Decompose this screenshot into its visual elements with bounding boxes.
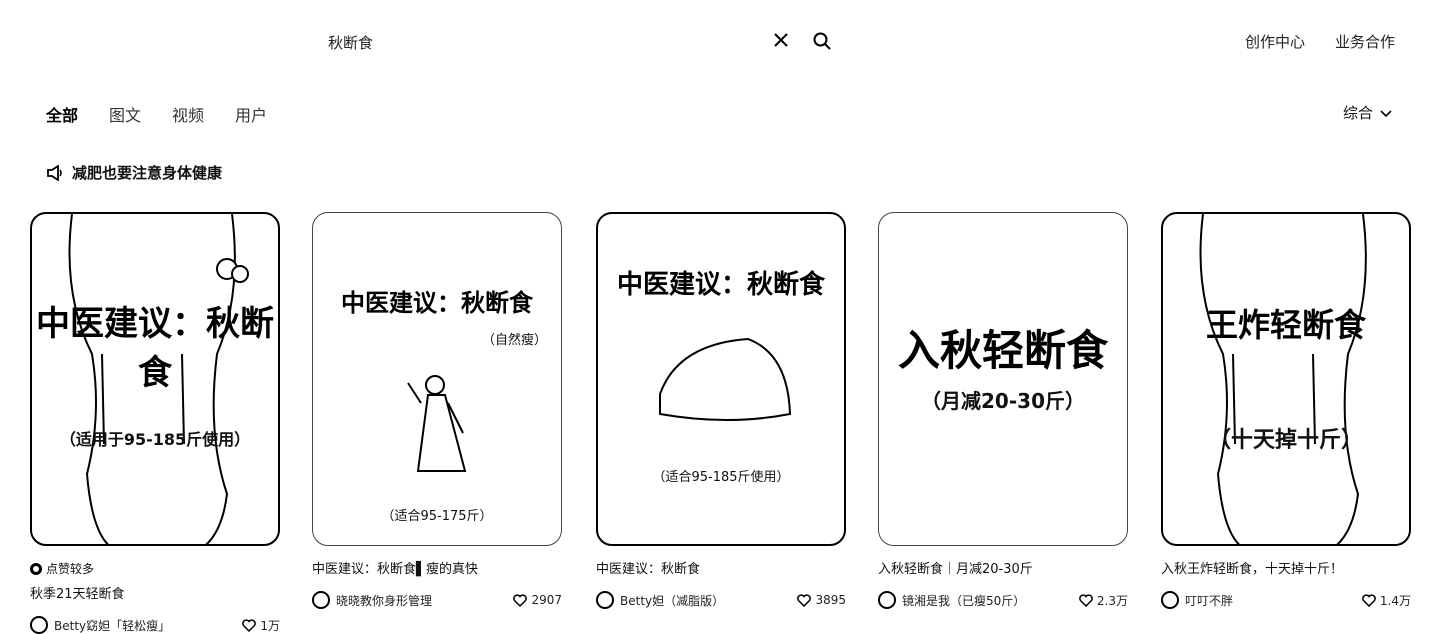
close-icon[interactable]: [772, 31, 790, 49]
avatar[interactable]: [312, 591, 330, 609]
author-name[interactable]: Betty妲（减脂版）: [620, 592, 724, 609]
like-count: 1万: [260, 618, 280, 633]
cover-illustration: [1199, 214, 1367, 544]
note-meta: 叮叮不胖 1.4万: [1161, 591, 1411, 609]
heart-icon[interactable]: [242, 618, 257, 632]
like-button[interactable]: 1万: [242, 617, 280, 634]
sort-dropdown[interactable]: 综合: [1343, 102, 1393, 123]
cover-sub-text: （适合95-185斤使用）: [652, 470, 790, 485]
header-links: 创作中心 业务合作: [1245, 31, 1395, 52]
badge-label: 点赞较多: [46, 562, 95, 576]
note-title[interactable]: 中医建议：秋断食▌瘦的真快: [312, 558, 562, 577]
like-count: 2.3万: [1096, 593, 1128, 608]
note-cover[interactable]: 王炸轻断食 （十天掉十斤）: [1161, 212, 1411, 546]
note-cover[interactable]: 中医建议：秋断食 （适用于95-185斤使用）: [30, 212, 280, 546]
note-title[interactable]: 入秋王炸轻断食，十天掉十斤！: [1161, 558, 1411, 577]
cover-sub-text: （适合95-175斤）: [381, 509, 493, 524]
avatar[interactable]: [1161, 591, 1179, 609]
like-button[interactable]: 3895: [797, 593, 846, 607]
note-title[interactable]: 入秋轻断食｜月减20-30斤: [878, 558, 1128, 577]
note-card[interactable]: 中医建议：秋断食 （自然瘦） （适合95-175斤） 中医建议：秋断食▌瘦的真快…: [312, 212, 562, 609]
badge-icon: [30, 562, 42, 575]
note-title[interactable]: 秋季21天轻断食: [30, 583, 280, 602]
cover-sub-text: （月减20-30斤）: [921, 389, 1085, 413]
note-meta: Betty窈妲「轻松瘦」 1万: [30, 616, 280, 634]
like-button[interactable]: 1.4万: [1362, 592, 1411, 609]
author-name[interactable]: 晓晓教你身形管理: [336, 592, 432, 609]
heart-icon[interactable]: [1079, 593, 1093, 607]
avatar[interactable]: [30, 616, 48, 634]
note-card[interactable]: 中医建议：秋断食 （适用于95-185斤使用） 点赞较多 秋季21天轻断食 Be…: [30, 212, 280, 634]
cover-tag-text: （自然瘦）: [481, 333, 547, 348]
note-card[interactable]: 中医建议：秋断食 （适合95-185斤使用） 中医建议：秋断食 Betty妲（减…: [596, 212, 846, 609]
search-box[interactable]: 秋断食: [312, 22, 840, 60]
megaphone-icon: [47, 164, 62, 181]
note-cover[interactable]: 中医建议：秋断食 （适合95-185斤使用）: [596, 212, 846, 546]
like-button[interactable]: 2907: [513, 593, 562, 607]
filter-tabs: 全部 图文 视频 用户: [46, 102, 267, 126]
author-name[interactable]: 叮叮不胖: [1185, 592, 1233, 609]
health-notice: 减肥也要注意身体健康: [46, 162, 222, 183]
author[interactable]: 叮叮不胖: [1161, 591, 1233, 609]
note-card[interactable]: 入秋轻断食 （月减20-30斤） 入秋轻断食｜月减20-30斤 镜湘是我（已瘦5…: [878, 212, 1128, 609]
cover-main-text: 中医建议：秋断食: [36, 304, 274, 393]
search-icon[interactable]: [812, 31, 832, 51]
business-link[interactable]: 业务合作: [1335, 31, 1395, 52]
tab-video[interactable]: 视频: [172, 102, 204, 126]
avatar[interactable]: [596, 591, 614, 609]
heart-icon[interactable]: [797, 593, 812, 607]
note-cover[interactable]: 入秋轻断食 （月减20-30斤）: [878, 212, 1128, 546]
note-meta: 镜湘是我（已瘦50斤） 2.3万: [878, 591, 1128, 609]
author[interactable]: Betty妲（减脂版）: [596, 591, 724, 609]
cover-main-text: 入秋轻断食: [897, 326, 1108, 375]
author[interactable]: 镜湘是我（已瘦50斤）: [878, 591, 1025, 609]
like-count: 1.4万: [1379, 593, 1411, 608]
heart-icon[interactable]: [513, 593, 528, 607]
heart-icon[interactable]: [1362, 593, 1376, 607]
note-card[interactable]: 王炸轻断食 （十天掉十斤） 入秋王炸轻断食，十天掉十斤！ 叮叮不胖 1.4万: [1161, 212, 1411, 609]
note-meta: Betty妲（减脂版） 3895: [596, 591, 846, 609]
author[interactable]: 晓晓教你身形管理: [312, 591, 432, 609]
sort-label: 综合: [1342, 104, 1373, 122]
cover-main-text: 王炸轻断食: [1205, 306, 1366, 344]
like-count: 2907: [531, 593, 562, 607]
avatar[interactable]: [878, 591, 896, 609]
notice-text: 减肥也要注意身体健康: [72, 164, 223, 182]
author-name[interactable]: Betty窈妲「轻松瘦」: [54, 617, 170, 634]
cover-illustration: [407, 375, 467, 472]
cover-main-text: 中医建议：秋断食: [616, 270, 825, 300]
note-title[interactable]: 中医建议：秋断食: [596, 558, 846, 577]
note-meta: 晓晓教你身形管理 2907: [312, 591, 562, 609]
tab-all[interactable]: 全部: [46, 102, 78, 126]
tab-users[interactable]: 用户: [235, 102, 267, 126]
search-input[interactable]: 秋断食: [328, 32, 373, 53]
cover-sub-text: （适用于95-185斤使用）: [59, 430, 251, 449]
tab-notes[interactable]: 图文: [109, 102, 141, 126]
cover-main-text: 中医建议：秋断食: [341, 289, 533, 317]
like-count: 3895: [815, 593, 846, 607]
note-cover[interactable]: 中医建议：秋断食 （自然瘦） （适合95-175斤）: [312, 212, 562, 546]
author[interactable]: Betty窈妲「轻松瘦」: [30, 616, 170, 634]
popular-badge: 点赞较多: [30, 560, 280, 577]
creator-center-link[interactable]: 创作中心: [1245, 31, 1305, 52]
chevron-down-icon: [1380, 109, 1392, 117]
cover-sub-text: （十天掉十斤）: [1208, 428, 1363, 453]
author-name[interactable]: 镜湘是我（已瘦50斤）: [902, 592, 1025, 609]
like-button[interactable]: 2.3万: [1079, 592, 1128, 609]
